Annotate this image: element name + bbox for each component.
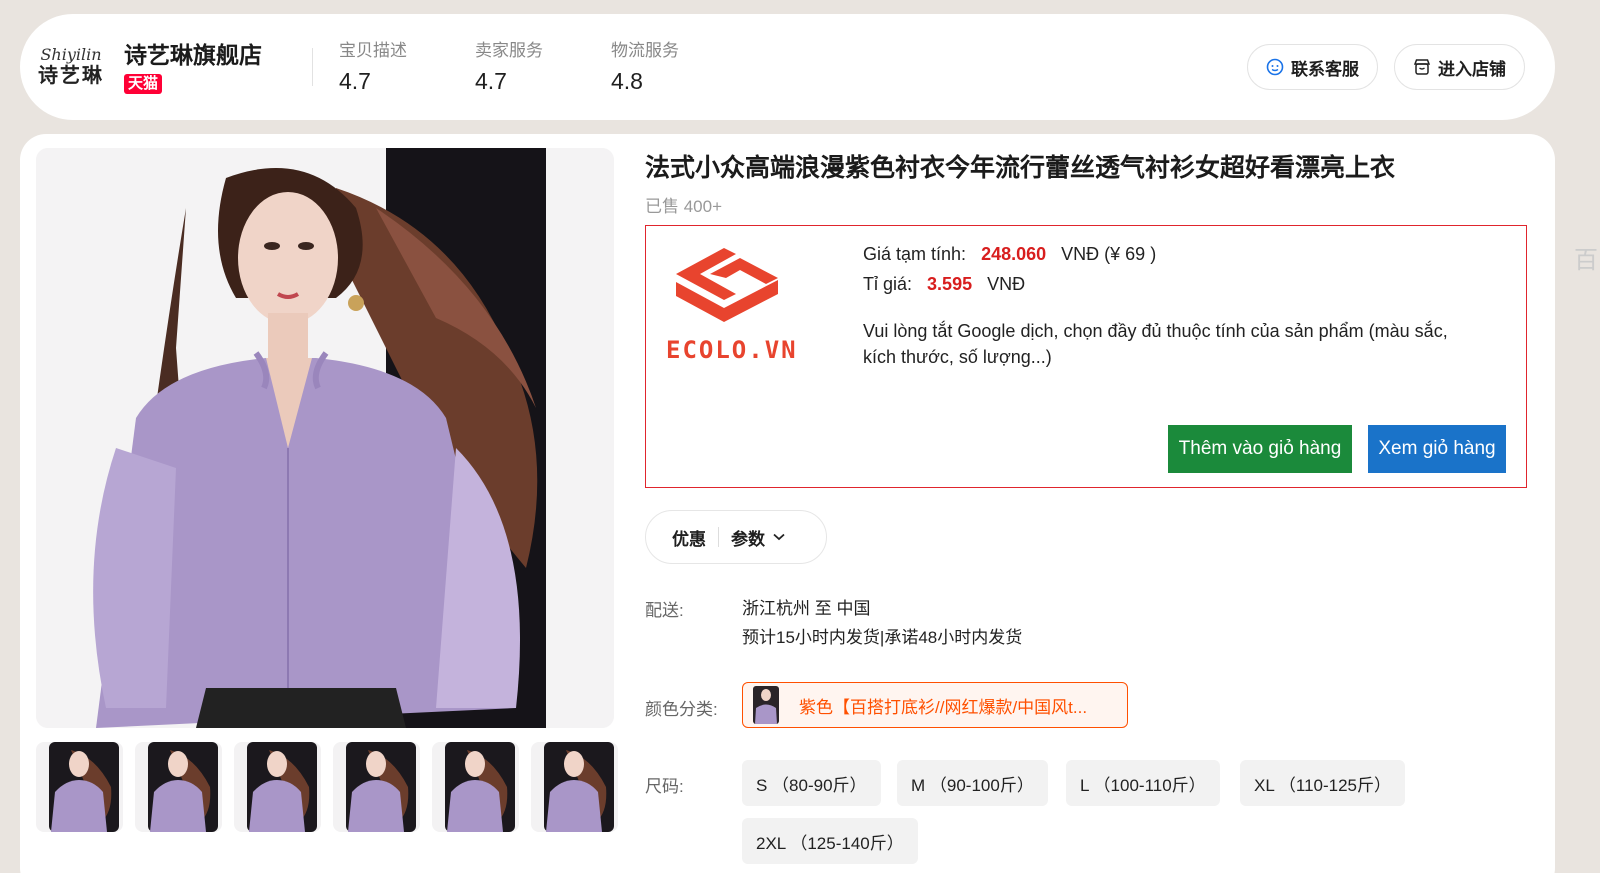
rating-label: 宝贝描述 — [339, 41, 407, 60]
size-label: 尺码: — [645, 777, 684, 796]
shipping-route[interactable]: 浙江杭州 至 中国 — [742, 594, 870, 619]
size-option-l[interactable]: L （100-110斤） — [1066, 760, 1220, 806]
contact-service-button[interactable]: 联系客服 — [1247, 44, 1378, 90]
rating-logistics: 物流服务 4.8 — [611, 40, 721, 94]
color-option-selected[interactable]: 紫色【百搭打底衫//网红爆款/中国风t... — [742, 682, 1128, 728]
store-logo-cn: 诗艺琳 — [38, 63, 104, 87]
enter-shop-label: 进入店铺 — [1438, 59, 1506, 79]
edge-glyph: 百 — [1574, 247, 1598, 274]
price-suffix: VNĐ (¥ 69 ) — [1061, 244, 1157, 264]
chat-icon — [1266, 58, 1284, 76]
rating-value: 4.7 — [339, 68, 371, 94]
ecolo-logo-icon — [666, 242, 786, 337]
rating-value: 4.8 — [611, 68, 643, 94]
estimated-price-row: Giá tạm tính: 248.060 VNĐ (¥ 69 ) — [863, 244, 1156, 265]
product-card: 法式小众高端浪漫紫色衬衣今年流行蕾丝透气衬衫女超好看漂亮上衣 已售 400+ E… — [20, 134, 1555, 873]
thumbnail-2[interactable] — [135, 742, 222, 832]
thumbnail-5[interactable] — [432, 742, 519, 832]
thumbnail-6[interactable] — [531, 742, 618, 832]
color-option-label: 紫色【百搭打底衫//网红爆款/中国风t... — [799, 697, 1088, 717]
price-label: Giá tạm tính: — [863, 244, 967, 264]
rate-suffix: VNĐ — [987, 274, 1026, 294]
ecolo-brand: ECOLO.VN — [666, 336, 798, 364]
thumbnail-3[interactable] — [234, 742, 321, 832]
price-value: 248.060 — [981, 244, 1047, 264]
thumbnail-strip — [36, 742, 618, 832]
tab-promo-label: 优惠 — [672, 529, 706, 549]
ecolo-order-panel: ECOLO.VN Giá tạm tính: 248.060 VNĐ (¥ 69… — [645, 225, 1527, 488]
size-option-m[interactable]: M （90-100斤） — [897, 760, 1048, 806]
rating-label: 卖家服务 — [475, 41, 543, 60]
store-name[interactable]: 诗艺琳旗舰店 — [124, 40, 294, 70]
add-to-cart-button[interactable]: Thêm vào giỏ hàng — [1168, 425, 1352, 473]
store-name-block: 诗艺琳旗舰店 天猫 — [124, 40, 294, 94]
translation-notice: Vui lòng tắt Google dịch, chọn đầy đủ th… — [863, 321, 1448, 367]
tmall-badge: 天猫 — [124, 74, 163, 94]
color-label: 颜色分类: — [645, 700, 718, 719]
store-header: Shiyilin 诗艺琳 诗艺琳旗舰店 天猫 宝贝描述 4.7 卖家服务 4.7… — [20, 14, 1555, 120]
rate-value: 3.595 — [927, 274, 973, 294]
promo-params-tabs: 优惠 参数 — [645, 510, 827, 564]
rate-label: Tỉ giá: — [863, 274, 913, 294]
thumbnail-4[interactable] — [333, 742, 420, 832]
rating-service: 卖家服务 4.7 — [475, 40, 585, 94]
size-option-xl[interactable]: XL （110-125斤） — [1240, 760, 1406, 806]
thumbnail-1[interactable] — [36, 742, 123, 832]
tab-promo[interactable]: 优惠 — [646, 525, 718, 550]
shipping-label: 配送: — [645, 601, 684, 620]
sold-count: 已售 400+ — [645, 197, 723, 216]
store-logo-script: Shiyilin — [40, 45, 102, 64]
rating-description: 宝贝描述 4.7 — [339, 40, 449, 94]
shop-icon — [1413, 58, 1431, 76]
rating-label: 物流服务 — [611, 41, 679, 60]
product-main-image[interactable] — [36, 148, 614, 728]
enter-shop-button[interactable]: 进入店铺 — [1394, 44, 1525, 90]
tab-params-label: 参数 — [731, 529, 765, 549]
size-option-s[interactable]: S （80-90斤） — [742, 760, 881, 806]
shipping-time: 预计15小时内发货|承诺48小时内发货 — [742, 628, 1023, 647]
color-thumbnail — [753, 686, 779, 724]
view-cart-button[interactable]: Xem giỏ hàng — [1368, 425, 1506, 473]
contact-service-label: 联系客服 — [1291, 59, 1359, 79]
header-divider — [312, 48, 313, 86]
store-logo[interactable]: Shiyilin 诗艺琳 — [34, 30, 108, 104]
chevron-down-icon — [773, 533, 785, 541]
size-option-2xl[interactable]: 2XL （125-140斤） — [742, 818, 918, 864]
rating-value: 4.7 — [475, 68, 507, 94]
tab-params[interactable]: 参数 — [719, 525, 797, 550]
product-title: 法式小众高端浪漫紫色衬衣今年流行蕾丝透气衬衫女超好看漂亮上衣 — [645, 154, 1396, 182]
exchange-rate-row: Tỉ giá: 3.595 VNĐ — [863, 274, 1025, 295]
